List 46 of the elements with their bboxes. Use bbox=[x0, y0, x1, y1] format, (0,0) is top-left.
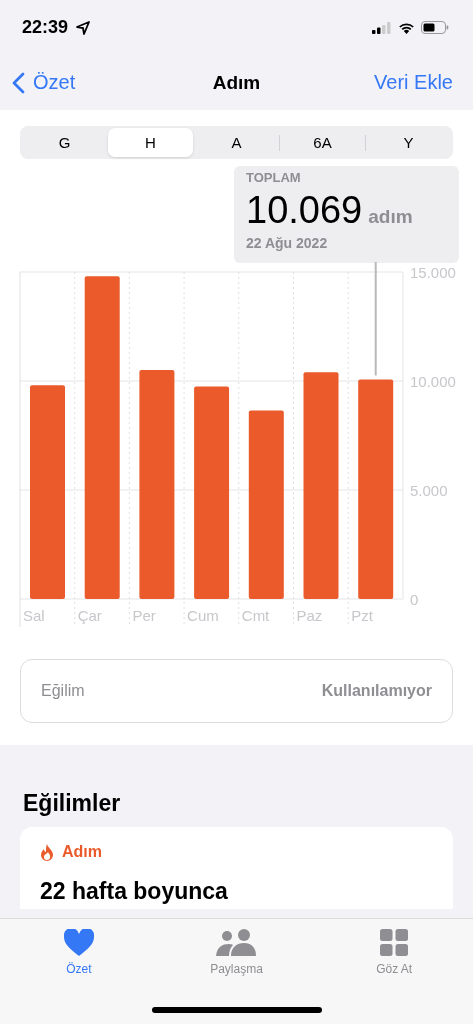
x-axis-label: Paz bbox=[296, 607, 323, 624]
bar[interactable] bbox=[194, 386, 230, 599]
status-time: 22:39 bbox=[22, 17, 69, 38]
screen-title: Adım bbox=[212, 71, 261, 94]
people-icon bbox=[216, 929, 257, 956]
period-tab[interactable]: G bbox=[22, 128, 107, 157]
flame-icon bbox=[40, 843, 54, 861]
bar[interactable] bbox=[303, 372, 339, 599]
total-value: 10.069 bbox=[246, 188, 363, 233]
bar[interactable] bbox=[248, 410, 284, 599]
chevron-left-icon bbox=[12, 71, 25, 94]
x-axis-label: Sal bbox=[23, 607, 45, 624]
trend-value: Kullanılamıyor bbox=[321, 682, 432, 700]
period-tab[interactable]: H bbox=[108, 128, 193, 157]
signal-icon bbox=[372, 21, 392, 34]
x-axis-label: Pzt bbox=[351, 607, 373, 624]
card-title: 22 hafta boyunca bbox=[40, 877, 229, 905]
section-heading: Eğilimler bbox=[23, 790, 122, 817]
callout-date: 22 Ağu 2022 bbox=[246, 235, 329, 251]
location-arrow-icon bbox=[76, 20, 91, 35]
bar[interactable] bbox=[139, 370, 175, 599]
period-tab[interactable]: Y bbox=[366, 128, 451, 157]
y-axis-label: 10.000 bbox=[410, 373, 456, 390]
period-tab[interactable]: 6A bbox=[280, 128, 365, 157]
back-button[interactable]: Özet bbox=[12, 71, 76, 94]
callout-caption: TOPLAM bbox=[246, 170, 302, 185]
y-axis-label: 15.000 bbox=[410, 264, 456, 281]
trend-card[interactable]: Adım 22 hafta boyunca bbox=[20, 827, 453, 909]
x-axis-label: Per bbox=[132, 607, 156, 624]
heart-icon bbox=[63, 929, 94, 956]
bar[interactable] bbox=[84, 276, 120, 599]
tab-bar-item[interactable]: Özet bbox=[23, 929, 134, 976]
add-data-button[interactable]: Veri Ekle bbox=[374, 71, 453, 94]
x-axis-label: Çar bbox=[77, 607, 102, 624]
card-category: Adım bbox=[62, 843, 102, 861]
wifi-icon bbox=[398, 21, 415, 34]
y-axis-label: 5.000 bbox=[410, 482, 448, 499]
trend-label: Eğilim bbox=[41, 682, 85, 700]
period-tab[interactable]: A bbox=[194, 128, 279, 157]
battery-icon bbox=[421, 21, 449, 34]
y-axis-label: 0 bbox=[410, 591, 419, 608]
x-axis-label: Cmt bbox=[241, 607, 270, 624]
total-unit: adım bbox=[368, 206, 413, 228]
x-axis-label: Cum bbox=[187, 607, 219, 624]
grid-icon bbox=[380, 929, 409, 956]
bar[interactable] bbox=[358, 379, 394, 599]
